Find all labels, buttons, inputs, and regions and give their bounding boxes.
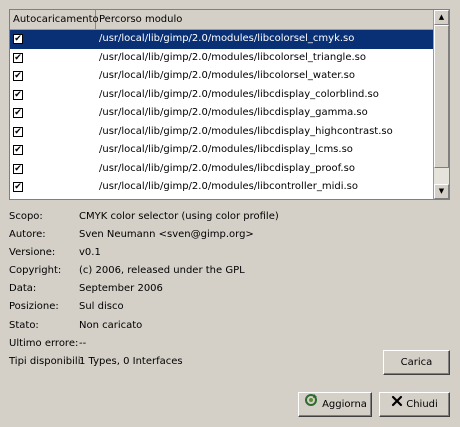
module-path: /usr/local/lib/gimp/2.0/modules/libcdisp… — [99, 162, 355, 174]
info-label: Stato: — [9, 319, 39, 331]
info-line: Autore: Sven Neumann <sven@gimp.org> — [9, 226, 449, 244]
scroll-thumb[interactable] — [434, 25, 449, 168]
autoload-checkbox[interactable]: ✔ — [13, 89, 23, 100]
module-path: /usr/local/lib/gimp/2.0/modules/libcolor… — [99, 33, 355, 44]
scroll-up-arrow-icon[interactable]: ▲ — [434, 10, 449, 25]
table-row[interactable]: ✔ /usr/local/lib/gimp/2.0/modules/libcdis… — [10, 160, 434, 179]
table-row[interactable]: ✔ /usr/local/lib/gimp/2.0/modules/libcolo… — [10, 49, 434, 68]
module-path: /usr/local/lib/gimp/2.0/modules/libcolor… — [99, 51, 366, 63]
table-row[interactable]: ✔ /usr/local/lib/gimp/2.0/modules/libcolo… — [10, 67, 434, 86]
info-line: Versione: v0.1 — [9, 244, 449, 262]
list-header: Autocaricamento Percorso modulo — [10, 10, 434, 30]
scroll-down-arrow-icon[interactable]: ▼ — [434, 184, 449, 199]
info-label: Versione: — [9, 247, 56, 259]
info-label: Ultimo errore: — [9, 337, 79, 349]
autoload-checkbox[interactable]: ✔ — [13, 52, 23, 63]
list-rows: ✔ /usr/local/lib/gimp/2.0/modules/libcolo… — [10, 30, 434, 197]
info-line: Copyright: (c) 2006, released under the G… — [9, 262, 449, 280]
info-line: Data: September 2006 — [9, 280, 449, 298]
table-row[interactable]: ✔ /usr/local/lib/gimp/2.0/modules/libcont… — [10, 178, 434, 197]
module-path: /usr/local/lib/gimp/2.0/modules/libcdisp… — [99, 125, 393, 137]
vertical-scrollbar[interactable]: ▲ ▼ — [433, 10, 449, 199]
info-value: Sul disco — [79, 301, 124, 313]
table-row[interactable]: ✔ /usr/local/lib/gimp/2.0/modules/libcdis… — [10, 104, 434, 123]
info-value: Non caricato — [79, 319, 143, 331]
module-path: /usr/local/lib/gimp/2.0/modules/libcontr… — [99, 181, 359, 192]
info-value: Sven Neumann <sven@gimp.org> — [79, 229, 254, 241]
info-value: CMYK color selector (using color profile… — [79, 211, 279, 222]
info-label: Data: — [9, 283, 37, 295]
load-button[interactable]: Carica — [383, 350, 450, 375]
info-value: v0.1 — [79, 247, 101, 259]
column-header-autoload[interactable]: Autocaricamento — [10, 10, 99, 29]
info-line: Stato: Non caricato — [9, 317, 449, 335]
info-value: September 2006 — [79, 283, 163, 295]
info-value: 1 Types, 0 Interfaces — [79, 355, 183, 367]
autoload-checkbox[interactable]: ✔ — [13, 145, 23, 155]
close-icon — [391, 393, 403, 416]
load-button-label: Carica — [400, 357, 433, 368]
table-row[interactable]: ✔ /usr/local/lib/gimp/2.0/modules/libcolo… — [10, 30, 434, 49]
module-list: Autocaricamento Percorso modulo ✔ /usr/lo… — [9, 9, 450, 200]
close-button[interactable]: Chiudi — [379, 392, 450, 417]
autoload-checkbox[interactable]: ✔ — [13, 108, 23, 118]
module-path: /usr/local/lib/gimp/2.0/modules/libcolor… — [99, 70, 356, 81]
autoload-checkbox[interactable]: ✔ — [13, 126, 23, 137]
module-path: /usr/local/lib/gimp/2.0/modules/libcdisp… — [99, 144, 353, 155]
info-label: Copyright: — [9, 265, 62, 277]
refresh-button-label: Aggiorna — [322, 399, 367, 410]
autoload-checkbox[interactable]: ✔ — [13, 34, 23, 44]
info-value: -- — [79, 337, 87, 349]
module-path: /usr/local/lib/gimp/2.0/modules/libcdisp… — [99, 88, 379, 100]
table-row[interactable]: ✔ /usr/local/lib/gimp/2.0/modules/libcdis… — [10, 86, 434, 105]
info-line: Posizione: Sul disco — [9, 298, 449, 316]
module-path: /usr/local/lib/gimp/2.0/modules/libcdisp… — [99, 107, 368, 118]
autoload-checkbox[interactable]: ✔ — [13, 71, 23, 81]
info-value: (c) 2006, released under the GPL — [79, 265, 245, 277]
info-label: Autore: — [9, 229, 46, 241]
refresh-button[interactable]: Aggiorna — [298, 392, 372, 417]
info-label: Scopo: — [9, 211, 43, 222]
autoload-checkbox[interactable]: ✔ — [13, 182, 23, 192]
refresh-icon — [303, 393, 319, 416]
table-row[interactable]: ✔ /usr/local/lib/gimp/2.0/modules/libcdis… — [10, 123, 434, 142]
info-label: Tipi disponibili: — [9, 355, 84, 367]
column-header-path[interactable]: Percorso modulo — [96, 10, 434, 29]
module-info-panel: Scopo: CMYK color selector (using color p… — [9, 208, 449, 371]
autoload-checkbox[interactable]: ✔ — [13, 163, 23, 174]
info-line: Scopo: CMYK color selector (using color p… — [9, 208, 449, 226]
info-label: Posizione: — [9, 301, 59, 313]
table-row[interactable]: ✔ /usr/local/lib/gimp/2.0/modules/libcdis… — [10, 141, 434, 160]
close-button-label: Chiudi — [406, 399, 438, 410]
